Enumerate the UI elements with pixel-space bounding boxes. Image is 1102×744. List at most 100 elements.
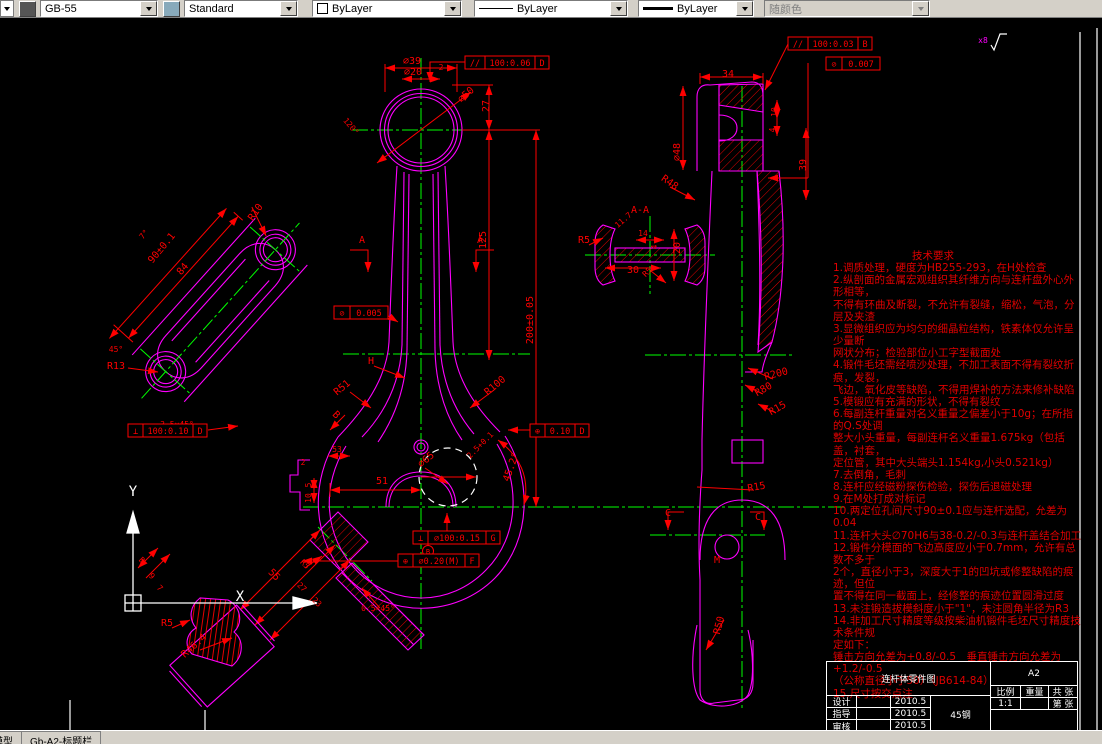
dim-label: 2 bbox=[301, 458, 306, 467]
text-style-dropdown-arrow[interactable] bbox=[280, 1, 297, 16]
tolerance-frame-text: ⊕ bbox=[535, 427, 540, 437]
weight-label: 重量 bbox=[1021, 686, 1049, 698]
tech-line: 2个，直径小于3，深度大于1的凹坑或修整缺陷的痕迹，但位 bbox=[833, 566, 1074, 591]
dim-label: R51 bbox=[332, 378, 353, 398]
clipped-combo-arrow[interactable] bbox=[0, 0, 14, 17]
tech-line: 整大小头重量，每副连杆名义重量1.675kg（包括盖，衬套， bbox=[833, 432, 1065, 457]
tech-line: 5.模锻应有充满的形状，不得有裂纹 bbox=[833, 395, 1001, 408]
dim-style-value: GB-55 bbox=[45, 2, 77, 15]
dim-label: 200±0.05 bbox=[525, 296, 536, 344]
text-style-value: Standard bbox=[189, 2, 234, 15]
dim-label: 90±0.1 bbox=[146, 231, 178, 266]
dim-label: Y bbox=[129, 484, 138, 500]
dim-label: R13 bbox=[107, 361, 125, 372]
layout-tab-bar: 模型 Gb-A2-标题栏 bbox=[0, 730, 1102, 744]
sheet-no-label: 第 张 bbox=[1049, 698, 1077, 710]
dim-label: C bbox=[755, 512, 761, 523]
dim-style-combo[interactable]: GB-55 bbox=[40, 0, 158, 17]
tolerance-frame-text: 0.005 bbox=[356, 309, 382, 319]
dim-label: R80 bbox=[753, 381, 774, 400]
tech-line: 14.非加工尺寸精度等级按柴油机锻件毛坯尺寸精度技术条件规 bbox=[833, 614, 1081, 639]
dim-label: A-A bbox=[631, 205, 649, 216]
linetype-value: ByLayer bbox=[517, 2, 558, 15]
plotstyle-dropdown-arrow bbox=[912, 1, 929, 16]
dim-label: 9 bbox=[147, 571, 157, 581]
tolerance-frame-text: ∅100:0.15 bbox=[434, 534, 480, 544]
text-style-combo[interactable]: Standard bbox=[184, 0, 298, 17]
top-toolbar: GB-55 Standard ByLayer ByLayer ByLayer 随… bbox=[0, 0, 1102, 18]
tolerance-frame-text: ⊘ bbox=[831, 60, 836, 70]
dim-label: R15 bbox=[767, 400, 788, 419]
text-style-icon[interactable] bbox=[163, 0, 180, 17]
tolerance-frame-text: 0.10 bbox=[550, 427, 570, 437]
tech-line: 置不得在同一截面上，经修整的痕迹位置圆滑过度 bbox=[833, 590, 1064, 603]
autocad-window: { "toolbar": { "dim_style": "GB-55", "te… bbox=[0, 0, 1102, 744]
color-dropdown-arrow[interactable] bbox=[444, 1, 461, 16]
lineweight-combo[interactable]: ByLayer bbox=[638, 0, 754, 17]
dim-label: R15 bbox=[747, 481, 767, 495]
dim-label: 39 bbox=[798, 159, 809, 171]
lineweight-dropdown-arrow[interactable] bbox=[736, 1, 753, 16]
sheet-size: A2 bbox=[991, 662, 1077, 686]
designer-name bbox=[857, 696, 891, 708]
dim-style-icon[interactable] bbox=[19, 0, 36, 17]
dim-label: 5 bbox=[304, 482, 313, 487]
dim-label: R48 bbox=[659, 173, 680, 192]
dim-label: 84 bbox=[175, 261, 191, 277]
dim-label: 7° bbox=[138, 228, 151, 241]
dim-label: C bbox=[665, 508, 671, 519]
dim-label: R10 bbox=[246, 202, 265, 223]
tech-line: 7.去倒角，毛刺 bbox=[833, 468, 907, 481]
color-swatch bbox=[317, 3, 328, 14]
dim-label: ∅39 bbox=[403, 56, 421, 67]
tolerance-frame-text: // bbox=[793, 40, 803, 50]
tech-line: 不得有环曲及断裂，不允许有裂缝，缩松，气泡，分层及夹渣 bbox=[833, 298, 1075, 323]
dim-label: R5 bbox=[578, 235, 590, 246]
tolerance-frame-text: 100:0.06 bbox=[490, 59, 531, 69]
dim-label: 10 bbox=[304, 493, 313, 503]
dim-label: A bbox=[359, 235, 365, 246]
lineweight-value: ByLayer bbox=[677, 2, 718, 15]
linetype-combo[interactable]: ByLayer bbox=[474, 0, 628, 17]
tech-line: 定位管，其中大头端头1.154kg,小头0.521kg） bbox=[833, 456, 1059, 469]
tab-layout-a2[interactable]: Gb-A2-标题栏 bbox=[21, 731, 102, 744]
tolerance-frame-text: ∅0.20(M) bbox=[419, 557, 460, 567]
dim-label: 14 bbox=[638, 229, 648, 238]
tech-line: 8.连杆应经磁粉探伤检验，探伤后退磁处理 bbox=[833, 480, 1033, 493]
surface-finish-icon bbox=[990, 33, 1007, 52]
dim-label: ∅50 bbox=[456, 85, 477, 105]
dim-label: 10 bbox=[770, 107, 779, 117]
dim-label: M bbox=[714, 555, 720, 566]
dim-label: R50 bbox=[712, 615, 727, 635]
tech-requirements-title: 技术要求 bbox=[912, 250, 954, 262]
tech-line: 11.连杆大头∅70H6与38-0.2/-0.3与连杆盖结合加工 bbox=[833, 529, 1082, 542]
tolerance-frame-text: // bbox=[470, 59, 480, 69]
dim-label: 4 bbox=[650, 244, 659, 249]
tolerance-frame-text: 100:0.03 bbox=[813, 40, 854, 50]
material: 45钢 bbox=[931, 696, 991, 732]
tolerance-frame-text: F bbox=[469, 557, 474, 567]
dim-label: 53 bbox=[332, 445, 342, 454]
tech-line: 13.未注锻造拔模斜度小于"1"，未注圆角半径为R3 bbox=[833, 602, 1070, 615]
tech-line: 3.显微组织应为均匀的细晶粒结构，铁素体仅允许呈少量断 bbox=[833, 322, 1075, 348]
tech-requirements-body: 1.调质处理，硬度为HB255-293，在H处检查 2.纵剖面的金属宏观组织其纤维… bbox=[833, 262, 1083, 700]
dim-label: 51 bbox=[376, 476, 388, 487]
dim-label: ∅48 bbox=[672, 143, 683, 161]
tab-model[interactable]: 模型 bbox=[0, 731, 22, 744]
advisor-date: 2010.5 bbox=[891, 708, 931, 720]
tolerance-frame-text: 100:0.10 bbox=[148, 427, 189, 437]
tolerance-frame-text: G bbox=[490, 534, 495, 544]
dim-label: 27 bbox=[481, 100, 492, 112]
tech-line: 9.在M处打成对标记 bbox=[833, 493, 926, 506]
linetype-dropdown-arrow[interactable] bbox=[610, 1, 627, 16]
color-combo[interactable]: ByLayer bbox=[312, 0, 462, 17]
tolerance-frame-text: D bbox=[579, 427, 584, 437]
drawing-title: 连杆体零件图 bbox=[827, 662, 991, 696]
tech-line: 2.纵剖面的金属宏观组织其纤维方向与连杆盘外心外形相等， bbox=[833, 274, 1075, 299]
dim-label: R5 bbox=[298, 558, 311, 571]
dim-label: R100 bbox=[483, 374, 509, 398]
dim-style-dropdown-arrow[interactable] bbox=[140, 1, 157, 16]
tolerance-frame-text: 0.007 bbox=[848, 60, 874, 70]
plotstyle-combo: 随颜色 bbox=[764, 0, 930, 17]
dim-label: 0.5×45° bbox=[361, 604, 395, 613]
